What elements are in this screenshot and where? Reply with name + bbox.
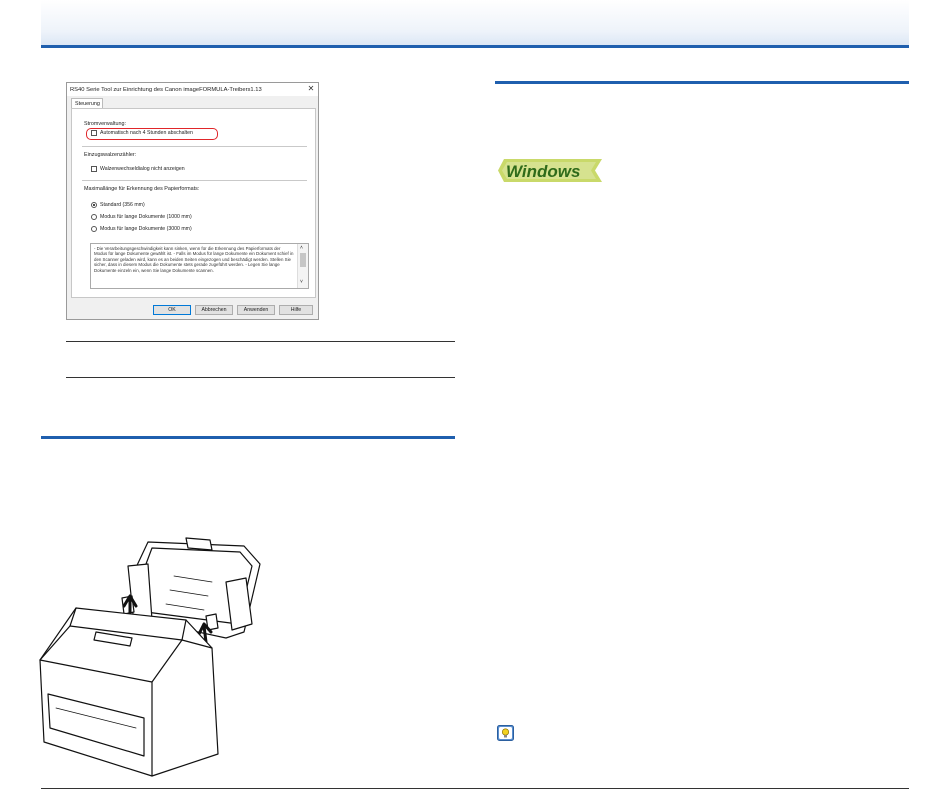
paper-option-label: Modus für lange Dokumente (3000 mm) <box>100 226 192 232</box>
ok-button[interactable]: OK <box>153 305 191 315</box>
separator <box>82 146 307 147</box>
dialog-title: RS40 Serie Tool zur Einrichtung des Cano… <box>70 87 262 93</box>
driver-settings-dialog: RS40 Serie Tool zur Einrichtung des Cano… <box>66 82 319 320</box>
header-rule <box>41 45 909 48</box>
power-group-label: Stromverwaltung: <box>84 121 126 127</box>
paper-option-label: Modus für lange Dokumente (1000 mm) <box>100 214 192 220</box>
close-icon[interactable]: ✕ <box>306 84 316 94</box>
paper-radio-standard[interactable] <box>91 202 97 208</box>
auto-off-label: Automatisch nach 4 Stunden abschalten <box>100 130 193 136</box>
scanner-illustration <box>39 537 261 777</box>
roller-dialog-label: Walzenwechseldialog nicht anzeigen <box>100 166 185 172</box>
hint-lightbulb-icon <box>497 725 514 741</box>
section-rule <box>495 81 909 84</box>
roller-dialog-checkbox[interactable] <box>91 166 97 172</box>
paper-radio-long-3000[interactable] <box>91 226 97 232</box>
windows-logo: Windows <box>498 159 602 182</box>
info-textbox[interactable]: - Die Verarbeitungsgeschwindigkeit kann … <box>90 243 309 289</box>
info-text: - Die Verarbeitungsgeschwindigkeit kann … <box>94 246 294 273</box>
scroll-up-icon[interactable]: ˄ <box>300 245 303 251</box>
tab-steuerung[interactable]: Steuerung <box>71 98 103 108</box>
note-rule-bottom <box>66 377 455 378</box>
tab-panel: Stromverwaltung: Automatisch nach 4 Stun… <box>71 108 316 298</box>
tray-extension <box>185 537 213 551</box>
footer-rule <box>41 788 909 789</box>
windows-logo-text: Windows <box>506 162 580 181</box>
paper-radio-long-1000[interactable] <box>91 214 97 220</box>
note-rule-top <box>66 341 455 342</box>
apply-button[interactable]: Anwenden <box>237 305 275 315</box>
roller-group-label: Einzugswalzenzähler: <box>84 152 137 158</box>
paper-group-label: Maximallänge für Erkennung des Papierfor… <box>84 186 200 192</box>
paper-option-label: Standard (356 mm) <box>100 202 145 208</box>
page-header-band <box>41 0 909 45</box>
separator <box>82 180 307 181</box>
help-button[interactable]: Hilfe <box>279 305 313 315</box>
cancel-button[interactable]: Abbrechen <box>195 305 233 315</box>
info-scrollbar[interactable]: ˄ ˅ <box>297 244 308 288</box>
auto-off-checkbox[interactable] <box>91 130 97 136</box>
section-rule <box>41 436 455 439</box>
scroll-thumb[interactable] <box>300 253 306 267</box>
scroll-down-icon[interactable]: ˅ <box>300 279 303 285</box>
